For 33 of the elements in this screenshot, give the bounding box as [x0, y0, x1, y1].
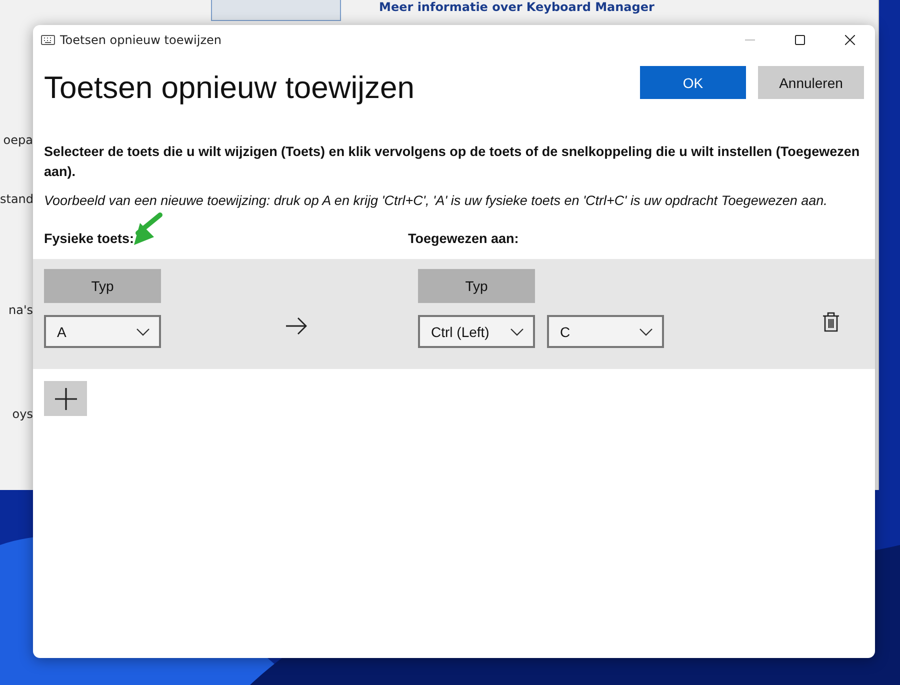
instructions-text: Selecteer de toets die u wilt wijzigen (Toets) en klik vervolgens op de toets of de snelkoppeling die u wilt instellen (Toegewezen aan). [44, 143, 861, 181]
sidebar-item[interactable]: oepa [0, 131, 33, 190]
chevron-down-icon [136, 328, 150, 336]
sidebar-item[interactable]: na's [0, 301, 33, 405]
delete-button[interactable] [822, 312, 840, 332]
cancel-button[interactable]: Annuleren [758, 66, 864, 99]
sidebar-item[interactable]: stand [0, 190, 33, 249]
close-icon [845, 35, 855, 45]
plus-icon [54, 388, 76, 410]
column-label: Toegewezen aan: [408, 231, 520, 248]
trash-icon [822, 312, 840, 332]
dropdown-value: Ctrl (Left) [431, 324, 490, 340]
dropdown-value: A [57, 324, 66, 340]
info-link[interactable]: Meer informatie over Keyboard Manager [379, 0, 654, 14]
ok-button[interactable]: OK [640, 66, 746, 99]
example-text: Voorbeeld van een nieuwe toewijzing: druk op A en krijg 'Ctrl+C', 'A' is uw fysieke toets en 'Ctrl+C' is uw opdracht Toegewezen aan. [44, 192, 828, 210]
key-dropdown[interactable]: Ctrl (Left) [418, 315, 535, 348]
dialog-heading: Toetsen opnieuw toewijzen [44, 70, 415, 106]
right-arrow-icon [284, 316, 306, 336]
key-dropdown[interactable]: A [44, 315, 161, 348]
key-dropdown[interactable]: C [547, 315, 664, 348]
maximize-icon [795, 35, 805, 45]
type-button[interactable]: Typ [418, 269, 535, 303]
column-label: Fysieke toets: [44, 231, 136, 248]
add-button[interactable] [44, 381, 87, 416]
sidebar-item[interactable]: oys [0, 405, 33, 464]
dropdown-value: C [560, 324, 570, 340]
arrow-drawing [134, 211, 164, 245]
chevron-down-icon [510, 328, 524, 336]
chevron-down-icon [639, 328, 653, 336]
type-button[interactable]: Typ [44, 269, 161, 303]
window-title: Toetsen opnieuw toewijzen [60, 33, 222, 47]
keyboard-icon [41, 35, 55, 45]
